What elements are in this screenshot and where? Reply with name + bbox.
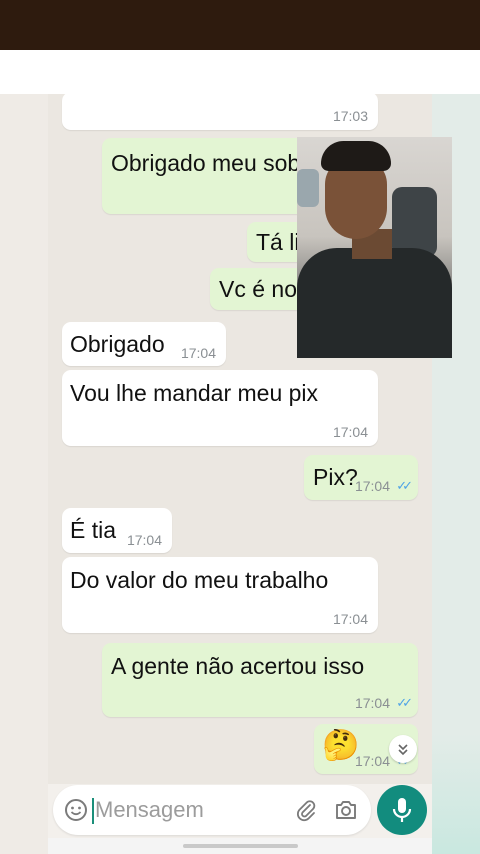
chevron-double-down-icon[interactable] [389,735,417,763]
webcam-overlay [297,137,452,358]
message-text: Obrigado meu sob [111,150,301,176]
message-text: A gente não acertou isso [111,653,365,679]
header-strip [0,50,480,94]
message-time: 17:04 [354,478,390,494]
message-time: 17:04 [180,345,216,361]
person-hair [321,141,391,171]
message-bubble-incoming[interactable]: 17:03 [62,92,378,130]
message-time: 17:04 [332,424,368,440]
message-composer [53,785,371,835]
top-bar [0,0,480,50]
message-text: Vou lhe mandar meu pix [70,380,319,406]
message-bubble-incoming[interactable]: Obrigado 17:04 [62,322,226,366]
message-bubble-incoming[interactable]: É tia 17:04 [62,508,172,553]
message-text: Pix? [313,464,358,490]
figurine [297,169,319,207]
message-bubble-outgoing[interactable]: A gente não acertou isso 17:04 ✓✓ [102,643,418,717]
message-bubble-incoming[interactable]: Do valor do meu trabalho 17:04 [62,557,378,633]
message-bubble-incoming[interactable]: Vou lhe mandar meu pix 17:04 [62,370,378,446]
paperclip-icon[interactable] [293,797,319,823]
text-caret [92,798,94,824]
double-check-icon: ✓✓ [396,478,413,493]
emoji-icon[interactable] [63,797,89,823]
message-bubble-outgoing[interactable]: Pix? 17:04 ✓✓ [304,455,418,500]
message-time: 17:03 [332,108,368,124]
double-check-icon: ✓✓ [396,695,413,710]
person-shirt [297,248,452,358]
message-time: 17:04 [126,532,162,548]
gaming-chair [392,187,437,257]
message-text: Obrigado [70,331,165,357]
message-text: Vc é no [219,276,297,302]
system-nav-bar [48,838,432,854]
camera-icon[interactable] [333,797,359,823]
message-text: Do valor do meu trabalho [70,567,329,593]
message-time: 17:04 [332,611,368,627]
message-text: É tia [70,517,117,543]
message-time: 17:04 [354,695,390,711]
left-margin [0,94,48,854]
microphone-icon[interactable] [377,785,427,835]
nav-handle[interactable] [183,844,298,848]
message-time: 17:04 [354,753,390,769]
message-emoji: 🤔 [322,729,360,762]
message-input[interactable] [95,795,275,825]
